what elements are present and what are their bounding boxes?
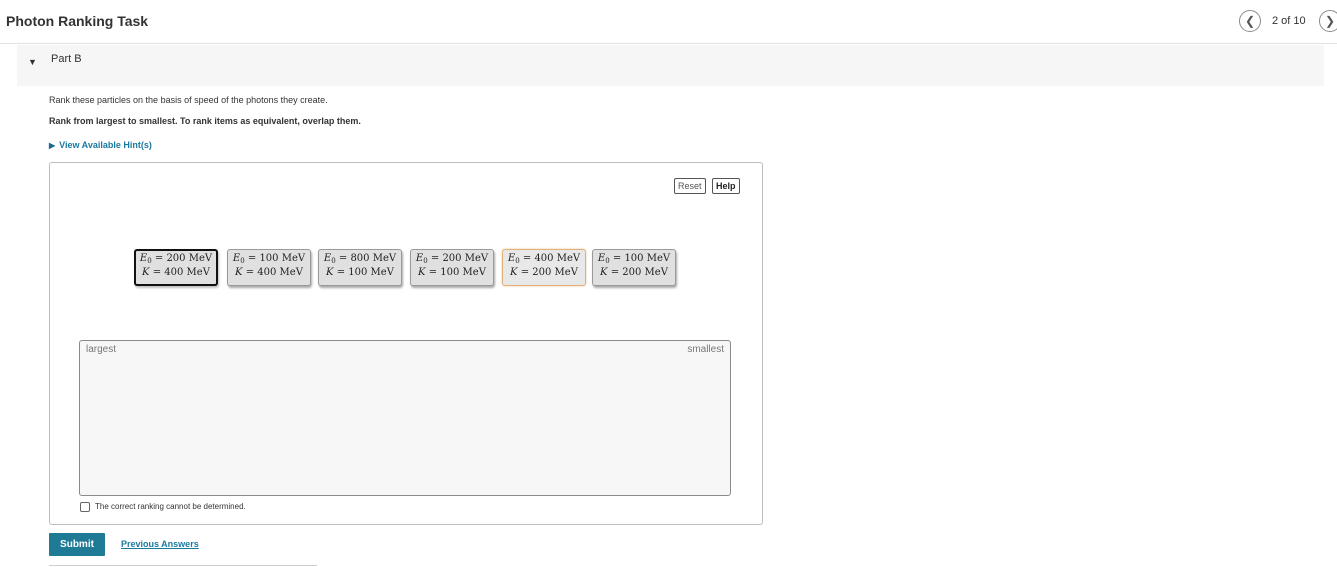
ranking-tile[interactable]: E0 = 100 MeV K = 200 MeV	[592, 249, 676, 286]
divider	[49, 565, 317, 566]
ranking-drop-zone[interactable]: largest smallest	[79, 340, 731, 496]
part-header[interactable]: ▼ Part B	[17, 45, 1324, 86]
largest-label: largest	[86, 344, 117, 355]
page-count: 2 of 10	[1272, 15, 1306, 27]
tile-e0-value: 800 MeV	[350, 253, 397, 264]
chevron-right-icon[interactable]: ❯	[1319, 10, 1337, 32]
cannot-determine-checkbox[interactable]	[80, 502, 90, 512]
previous-answers-link[interactable]: Previous Answers	[121, 539, 199, 549]
ranking-panel: Reset Help E0 = 200 MeV K = 400 MeV E0 =…	[49, 162, 763, 525]
tile-e0-value: 400 MeV	[534, 253, 581, 264]
ranking-instruction: Rank from largest to smallest. To rank i…	[49, 116, 361, 126]
tile-e0-value: 200 MeV	[166, 253, 213, 264]
tile-e0-value: 200 MeV	[442, 253, 489, 264]
submit-button[interactable]: Submit	[49, 533, 105, 556]
tile-k-value: 400 MeV	[164, 267, 210, 278]
part-label: Part B	[51, 53, 82, 65]
ranking-tile[interactable]: E0 = 800 MeV K = 100 MeV	[318, 249, 402, 286]
caret-down-icon[interactable]: ▼	[28, 57, 37, 67]
view-hints-link[interactable]: ▶ View Available Hint(s)	[49, 140, 152, 150]
ranking-tile[interactable]: E0 = 200 MeV K = 100 MeV	[410, 249, 494, 286]
help-button[interactable]: Help	[712, 178, 740, 194]
cannot-determine-label[interactable]: The correct ranking cannot be determined…	[95, 502, 246, 511]
tile-k-value: 200 MeV	[532, 267, 578, 278]
reset-button[interactable]: Reset	[674, 178, 706, 194]
ranking-tile[interactable]: E0 = 400 MeV K = 200 MeV	[502, 249, 586, 286]
question-prompt: Rank these particles on the basis of spe…	[49, 95, 328, 105]
caret-right-icon: ▶	[49, 141, 56, 150]
tile-e0-value: 100 MeV	[259, 253, 306, 264]
ranking-tile[interactable]: E0 = 200 MeV K = 400 MeV	[134, 249, 218, 286]
tile-k-value: 100 MeV	[348, 267, 394, 278]
chevron-left-icon[interactable]: ❮	[1239, 10, 1261, 32]
tile-k-value: 400 MeV	[257, 267, 303, 278]
tile-e0-value: 100 MeV	[624, 253, 671, 264]
page-title: Photon Ranking Task	[6, 13, 149, 29]
smallest-label: smallest	[687, 344, 724, 355]
tile-k-value: 200 MeV	[622, 267, 668, 278]
ranking-tile[interactable]: E0 = 100 MeV K = 400 MeV	[227, 249, 311, 286]
top-bar: Photon Ranking Task ❮ 2 of 10 ❯	[0, 0, 1337, 44]
hint-link-label: View Available Hint(s)	[59, 140, 152, 150]
tile-k-value: 100 MeV	[440, 267, 486, 278]
